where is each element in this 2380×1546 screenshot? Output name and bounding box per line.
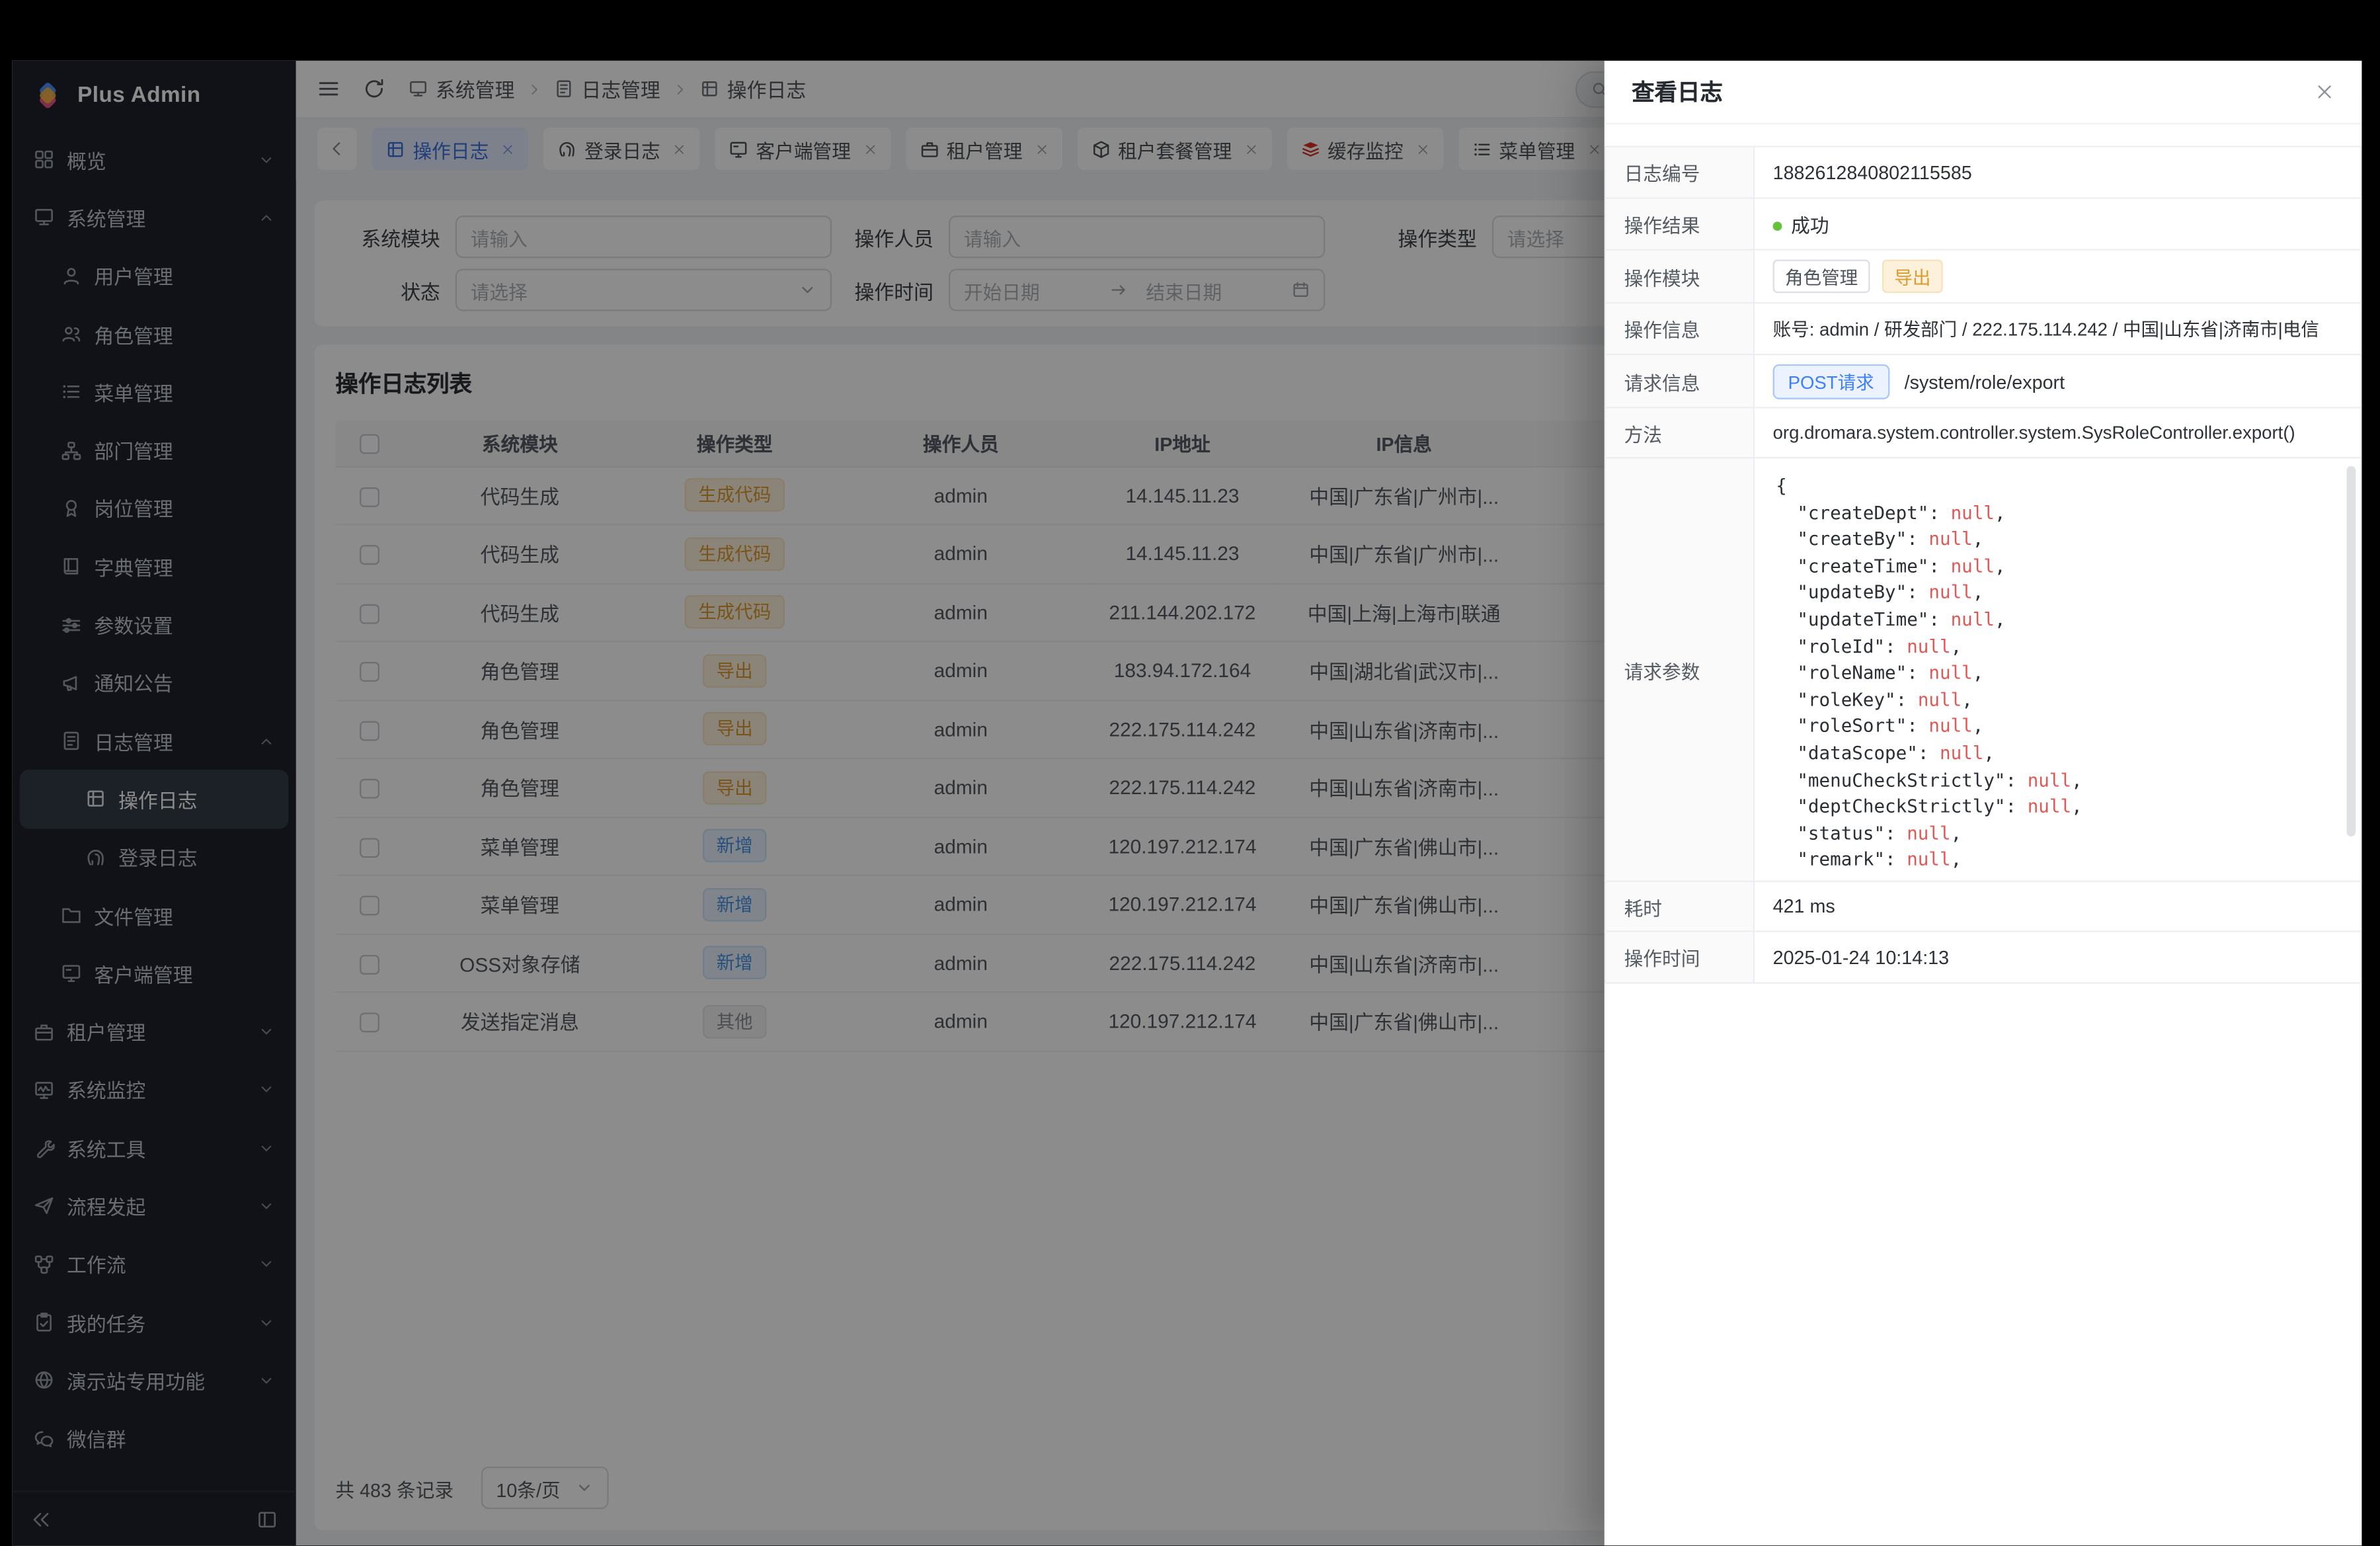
app-window: Plus Admin 概览系统管理用户管理角色管理菜单管理部门管理岗位管理字典管… bbox=[12, 61, 2361, 1546]
field-label: 方法 bbox=[1605, 407, 1754, 458]
log-detail-drawer: 查看日志 日志编号 1882612840802115585 操作结果 成功 操作… bbox=[1605, 61, 2362, 1546]
field-label: 操作模块 bbox=[1605, 250, 1754, 303]
module-value: 角色管理导出 bbox=[1754, 250, 2361, 303]
request-params-json: {"createDept": null,"createBy": null,"cr… bbox=[1755, 458, 2360, 880]
field-label: 操作时间 bbox=[1605, 932, 1754, 983]
field-label: 请求参数 bbox=[1605, 458, 1754, 881]
field-label: 日志编号 bbox=[1605, 147, 1754, 198]
drawer-body: 日志编号 1882612840802115585 操作结果 成功 操作模块 角色… bbox=[1605, 124, 2362, 983]
action-tag: 导出 bbox=[1882, 260, 1943, 294]
field-label: 耗时 bbox=[1605, 881, 1754, 932]
drawer-header: 查看日志 bbox=[1605, 61, 2362, 124]
operation-time-value: 2025-01-24 10:14:13 bbox=[1754, 932, 2361, 983]
module-tag: 角色管理 bbox=[1773, 260, 1870, 294]
request-url: /system/role/export bbox=[1905, 371, 2065, 392]
duration-value: 421 ms bbox=[1754, 881, 2361, 932]
post-method-tag: POST请求 bbox=[1773, 364, 1889, 399]
operation-info-value: 账号: admin / 研发部门 / 222.175.114.242 / 中国|… bbox=[1754, 303, 2361, 354]
result-value: 成功 bbox=[1754, 198, 2361, 250]
code-scrollbar-thumb[interactable] bbox=[2346, 466, 2356, 836]
field-label: 操作结果 bbox=[1605, 198, 1754, 250]
field-label: 请求信息 bbox=[1605, 354, 1754, 407]
request-params-cell: {"createDept": null,"createBy": null,"cr… bbox=[1754, 458, 2361, 881]
close-icon[interactable] bbox=[2315, 82, 2334, 102]
field-label: 操作信息 bbox=[1605, 303, 1754, 354]
success-dot-icon bbox=[1773, 222, 1782, 231]
screen: Plus Admin 概览系统管理用户管理角色管理菜单管理部门管理岗位管理字典管… bbox=[0, 0, 2380, 1546]
drawer-title: 查看日志 bbox=[1632, 76, 1723, 108]
code-scrollbar bbox=[2346, 466, 2356, 873]
method-value: org.dromara.system.controller.system.Sys… bbox=[1754, 407, 2361, 458]
log-id-value: 1882612840802115585 bbox=[1754, 147, 2361, 198]
result-text: 成功 bbox=[1791, 216, 1829, 237]
log-detail-table: 日志编号 1882612840802115585 操作结果 成功 操作模块 角色… bbox=[1605, 145, 2362, 983]
request-value: POST请求/system/role/export bbox=[1754, 354, 2361, 407]
